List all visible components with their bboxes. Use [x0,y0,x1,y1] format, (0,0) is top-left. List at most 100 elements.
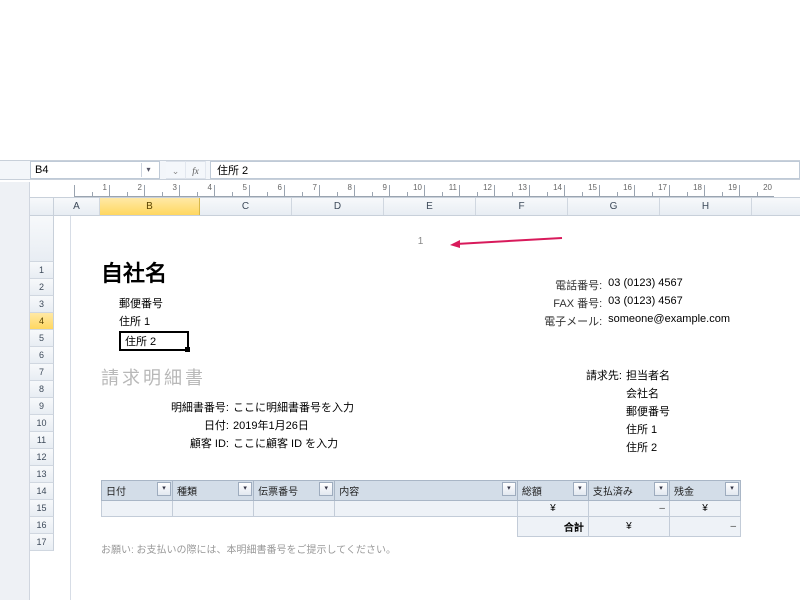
ruler-tick: 16 [599,185,634,197]
balance-yen: ¥ [669,501,740,517]
fx-button[interactable]: fx [186,161,206,179]
ruler-tick: 5 [214,185,249,197]
column-header-b[interactable]: B [100,198,200,215]
email-value: someone@example.com [608,313,730,329]
ruler-tick: 19 [704,185,739,197]
row-header-17[interactable]: 17 [30,534,54,551]
ruler-tick: 12 [459,185,494,197]
selected-cell[interactable]: 住所 2 [119,331,189,351]
column-header-h[interactable]: H [660,198,752,215]
row-header-6[interactable]: 6 [30,347,54,364]
ruler-tick: 1 [74,185,109,197]
row-header-5[interactable]: 5 [30,330,54,347]
row-header-16[interactable]: 16 [30,517,54,534]
filter-dropdown-icon[interactable]: ▾ [238,482,252,496]
ruler-tick: 13 [494,185,529,197]
total-dash: – [669,517,740,537]
column-header-a[interactable]: A [54,198,100,215]
ruler-tick: 6 [249,185,284,197]
horizontal-ruler: 1234567891011121314151617181920 [30,182,800,198]
fax-label: FAX 番号: [542,295,602,311]
bill-to-block: 請求先:担当者名 会社名 郵便番号 住所 1 住所 2 [576,366,670,456]
bill-to-addr1: 住所 1 [626,421,657,437]
document-page: 1 自社名 郵便番号 住所 1 住所 2 電話番号:03 (0123) 4567… [70,216,770,600]
table-header[interactable]: 残金▾ [669,481,740,501]
contact-block: 電話番号: 03 (0123) 4567 FAX 番号: 03 (0123) 456… [542,276,730,330]
select-all-corner[interactable] [30,198,54,215]
ruler-tick: 14 [529,185,564,197]
detail-table: 日付▾種類▾伝票番号▾内容▾総額▾支払済み▾残金▾ ¥ – ¥ 合計 ¥ – [101,480,741,537]
ruler-tick: 18 [669,185,704,197]
ruler-tick: 10 [389,185,424,197]
filter-dropdown-icon[interactable]: ▾ [654,482,668,496]
page-number: 1 [418,236,424,247]
total-yen: ¥ [588,517,669,537]
fax-value: 03 (0123) 4567 [608,295,683,311]
customer-id-value: ここに顧客 ID を入力 [233,435,338,451]
table-header[interactable]: 支払済み▾ [588,481,669,501]
name-box-value: B4 [35,164,48,176]
statement-no-value: ここに明細書番号を入力 [233,399,354,415]
name-box-dropdown-icon[interactable]: ▾ [141,163,155,177]
bill-to-addr2: 住所 2 [626,439,657,455]
row-header-15[interactable]: 15 [30,500,54,517]
table-header[interactable]: 伝票番号▾ [254,481,335,501]
filter-dropdown-icon[interactable]: ▾ [502,482,516,496]
row-header-top[interactable] [30,216,54,262]
ruler-tick: 15 [564,185,599,197]
row-header-2[interactable]: 2 [30,279,54,296]
row-header-8[interactable]: 8 [30,381,54,398]
row-header-12[interactable]: 12 [30,449,54,466]
filter-dropdown-icon[interactable]: ▾ [573,482,587,496]
date-value: 2019年1月26日 [233,417,309,433]
ruler-tick: 3 [144,185,179,197]
formula-bar: B4 ▾ ⌄ fx 住所 2 [0,160,800,180]
column-header-e[interactable]: E [384,198,476,215]
paid-dash: – [588,501,669,517]
row-header-11[interactable]: 11 [30,432,54,449]
ruler-tick: 2 [109,185,144,197]
yen-cell: ¥ [517,501,588,517]
column-header-c[interactable]: C [200,198,292,215]
filter-dropdown-icon[interactable]: ▾ [319,482,333,496]
total-label: 合計 [517,517,588,537]
row-header-10[interactable]: 10 [30,415,54,432]
company-addr2: 住所 2 [125,336,156,348]
row-header-13[interactable]: 13 [30,466,54,483]
row-header-9[interactable]: 9 [30,398,54,415]
table-header[interactable]: 日付▾ [102,481,173,501]
phone-value: 03 (0123) 4567 [608,277,683,293]
filter-dropdown-icon[interactable]: ▾ [157,482,171,496]
formula-input[interactable]: 住所 2 [210,161,800,179]
formula-cancel-button: ⌄ [166,161,186,179]
ruler-tick: 9 [354,185,389,197]
row-header-7[interactable]: 7 [30,364,54,381]
filter-dropdown-icon[interactable]: ▾ [725,482,739,496]
ruler-tick: 8 [319,185,354,197]
annotation-arrow [446,234,566,248]
table-header[interactable]: 内容▾ [335,481,518,501]
row-headers: 1234567891011121314151617 [30,216,54,600]
row-header-4[interactable]: 4 [30,313,54,330]
table-total-row: 合計 ¥ – [102,517,741,537]
column-header-f[interactable]: F [476,198,568,215]
date-label: 日付: [165,417,229,433]
formula-value: 住所 2 [217,165,248,177]
table-row: ¥ – ¥ [102,501,741,517]
name-box[interactable]: B4 ▾ [30,161,160,179]
ruler-tick: 4 [179,185,214,197]
phone-label: 電話番号: [542,277,602,293]
bill-to-company: 会社名 [626,385,659,401]
table-header[interactable]: 総額▾ [517,481,588,501]
column-header-g[interactable]: G [568,198,660,215]
email-label: 電子メール: [542,313,602,329]
table-header[interactable]: 種類▾ [173,481,254,501]
bill-to-postal: 郵便番号 [626,403,670,419]
left-gutter [0,182,30,600]
row-header-3[interactable]: 3 [30,296,54,313]
ruler-tick: 7 [284,185,319,197]
row-header-14[interactable]: 14 [30,483,54,500]
ruler-tick: 11 [424,185,459,197]
row-header-1[interactable]: 1 [30,262,54,279]
column-header-d[interactable]: D [292,198,384,215]
